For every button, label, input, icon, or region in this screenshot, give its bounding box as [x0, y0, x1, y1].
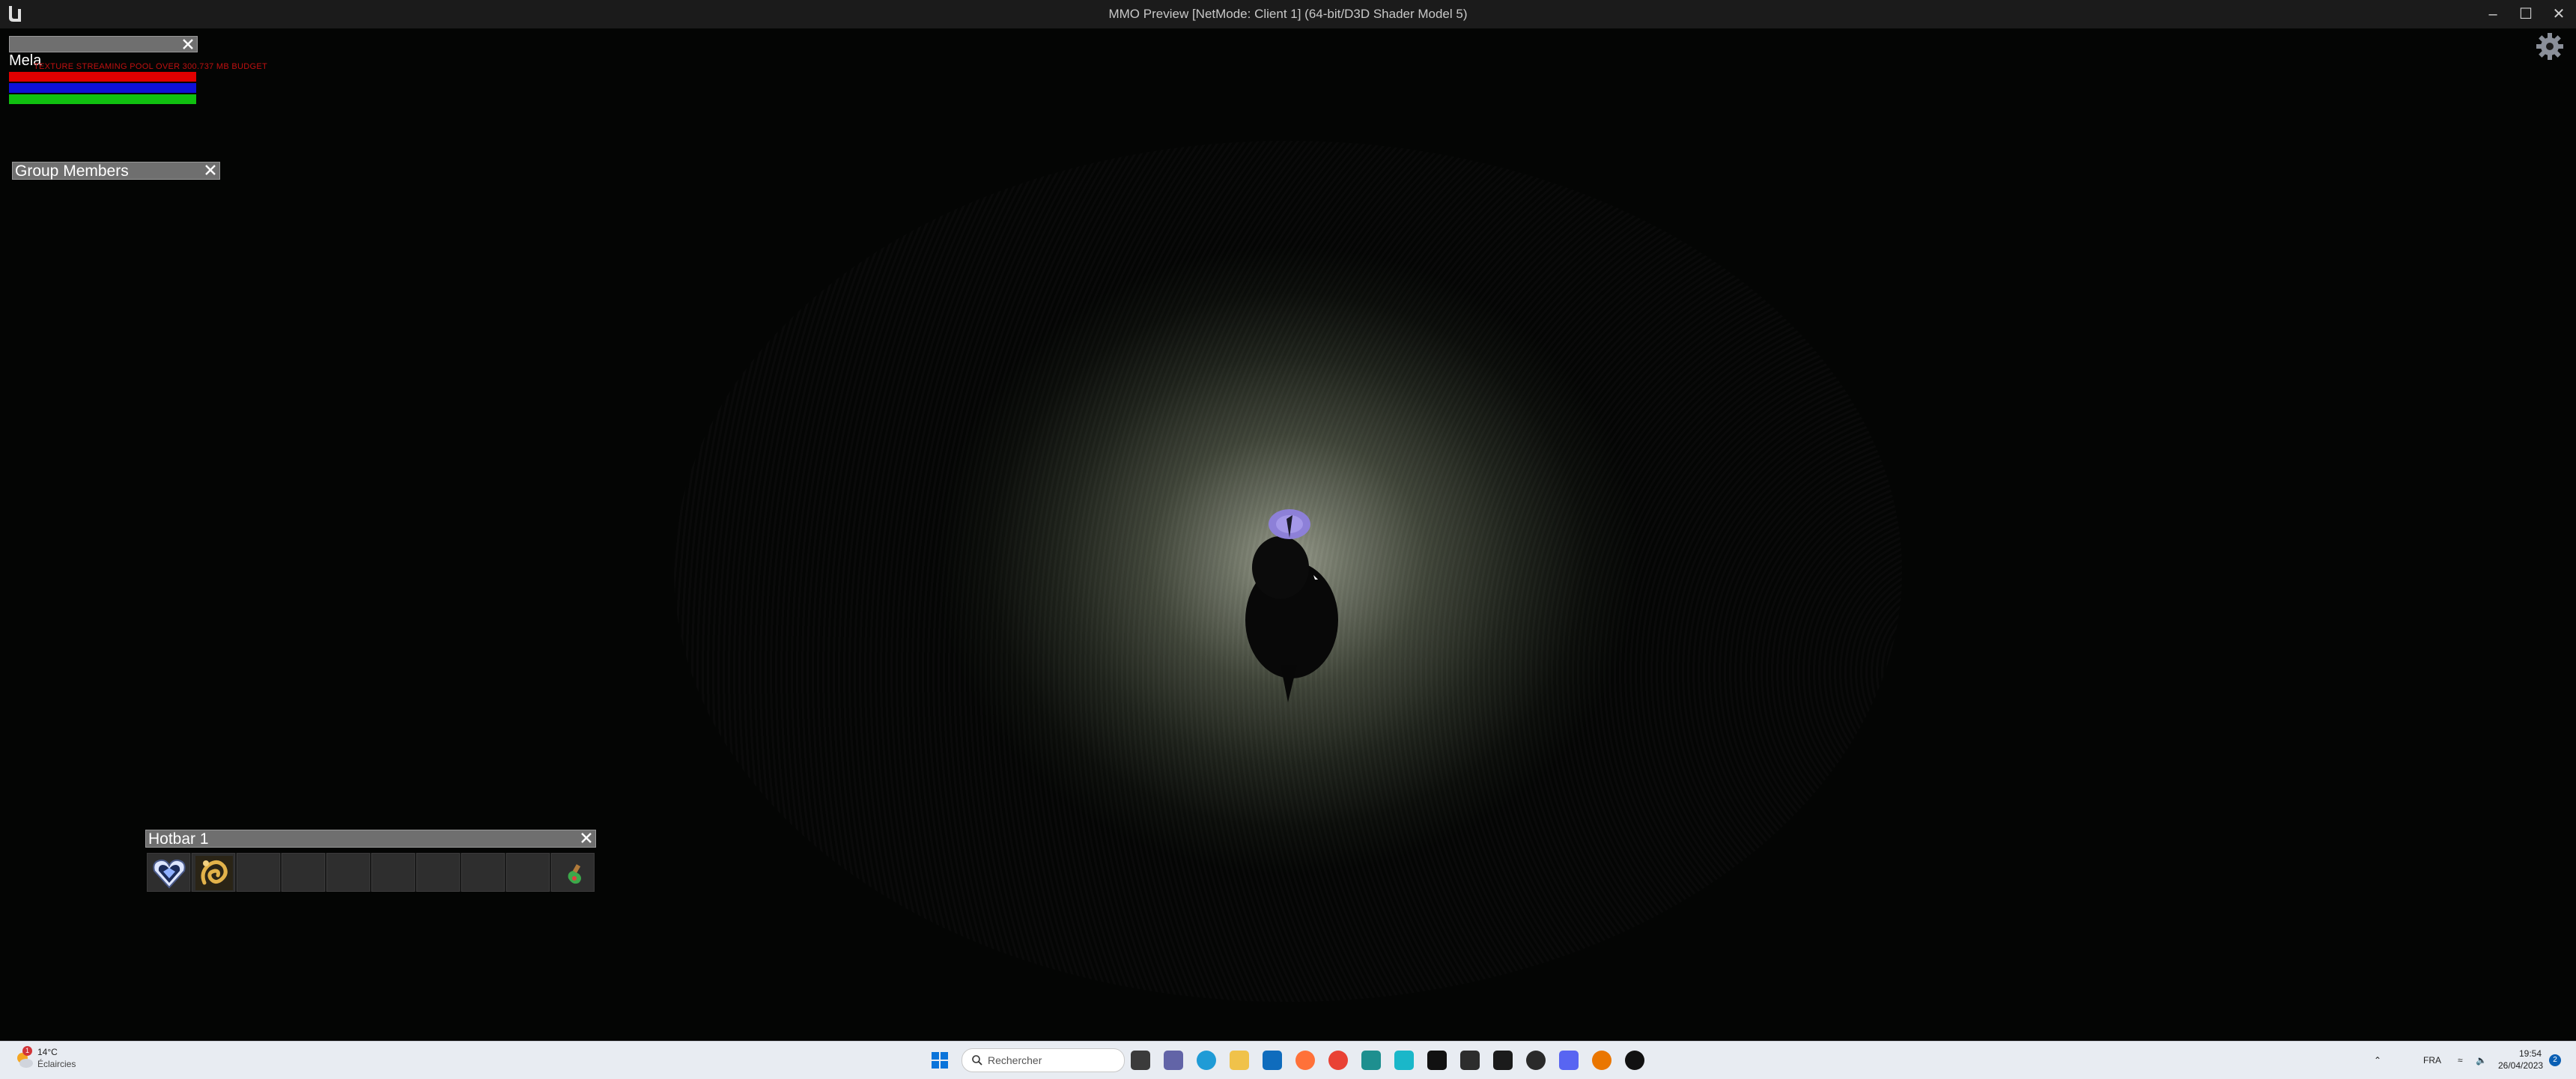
hotbar-slot-10[interactable]	[551, 853, 595, 892]
windows-start-icon[interactable]	[930, 1051, 950, 1070]
unreal-icon[interactable]	[1625, 1051, 1644, 1070]
player-character	[1245, 509, 1338, 702]
app-icon[interactable]	[1460, 1051, 1480, 1070]
clock-time[interactable]: 19:54	[2519, 1048, 2542, 1059]
language-indicator[interactable]: FRA	[2423, 1055, 2441, 1066]
discord-icon[interactable]	[1559, 1051, 1579, 1070]
maximize-button[interactable]: ☐	[2509, 1, 2543, 27]
window-titlebar: MMO Preview [NetMode: Client 1] (64-bit/…	[0, 0, 2576, 28]
clock-date[interactable]: 26/04/2023	[2498, 1060, 2543, 1071]
hotbar-header[interactable]: Hotbar 1	[145, 830, 596, 848]
taskbar-search-input[interactable]: Rechercher	[962, 1048, 1125, 1072]
close-icon[interactable]	[181, 37, 195, 51]
heart-crystal-icon	[153, 859, 186, 889]
hotbar-slot-3[interactable]	[237, 853, 280, 892]
window-title: MMO Preview [NetMode: Client 1] (64-bit/…	[1108, 7, 1468, 21]
potion-icon	[568, 864, 581, 884]
tray-chevron-icon[interactable]: ⌃	[2374, 1055, 2381, 1066]
hotbar-slot-2[interactable]	[192, 853, 235, 892]
firefox-icon[interactable]	[1295, 1051, 1315, 1070]
app-icon[interactable]	[1361, 1051, 1381, 1070]
hotbar-slot-7[interactable]	[416, 853, 460, 892]
hotbar-title: Hotbar 1	[148, 830, 209, 848]
edge-icon[interactable]	[1197, 1051, 1216, 1070]
weather-temp: 14°C	[37, 1047, 58, 1057]
close-window-button[interactable]: ✕	[2542, 1, 2576, 27]
task-view-icon[interactable]	[1131, 1051, 1150, 1070]
hotbar-slot-9[interactable]	[506, 853, 550, 892]
group-members-title: Group Members	[15, 162, 129, 180]
search-placeholder: Rechercher	[988, 1054, 1042, 1066]
group-members-panel[interactable]: Group Members	[12, 162, 220, 180]
player-frame-header[interactable]	[9, 36, 198, 52]
mana-bar	[9, 83, 196, 93]
network-icon[interactable]: ≈	[2458, 1055, 2463, 1066]
hotbar-slot-1[interactable]	[147, 853, 190, 892]
health-bar	[9, 72, 196, 82]
settings-gear-icon[interactable]	[2535, 31, 2565, 61]
windows-taskbar: 1 14°C Éclaircies Rechercher ⌃ FRA ≈ 🔈 1…	[0, 1041, 2576, 1079]
stamina-bar	[9, 94, 196, 104]
file-explorer-icon[interactable]	[1230, 1051, 1249, 1070]
close-icon[interactable]	[204, 163, 217, 177]
hotbar-slot-4[interactable]	[282, 853, 325, 892]
search-icon	[972, 1055, 982, 1066]
hotbar-slot-8[interactable]	[461, 853, 505, 892]
teams-chat-icon[interactable]	[1164, 1051, 1183, 1070]
hotbar-slot-6[interactable]	[371, 853, 415, 892]
app-icon[interactable]	[1427, 1051, 1447, 1070]
hotbar-slot-5[interactable]	[326, 853, 370, 892]
app-icon[interactable]	[1526, 1051, 1546, 1070]
nvidia-icon[interactable]	[1493, 1051, 1513, 1070]
blender-icon[interactable]	[1592, 1051, 1611, 1070]
app-icon[interactable]	[1394, 1051, 1414, 1070]
volume-icon[interactable]: 🔈	[2476, 1055, 2487, 1066]
close-icon[interactable]	[580, 831, 593, 845]
notification-badge[interactable]: 2	[2549, 1054, 2561, 1066]
hotbar-slots	[147, 853, 595, 892]
weather-condition: Éclaircies	[37, 1059, 76, 1069]
golden-swirl-icon	[195, 856, 233, 890]
mail-icon[interactable]	[1263, 1051, 1282, 1070]
weather-badge: 1	[22, 1046, 32, 1056]
chrome-icon[interactable]	[1328, 1051, 1348, 1070]
debug-message: TEXTURE STREAMING POOL OVER 300.737 MB B…	[34, 62, 267, 71]
minimize-button[interactable]: –	[2476, 1, 2510, 27]
